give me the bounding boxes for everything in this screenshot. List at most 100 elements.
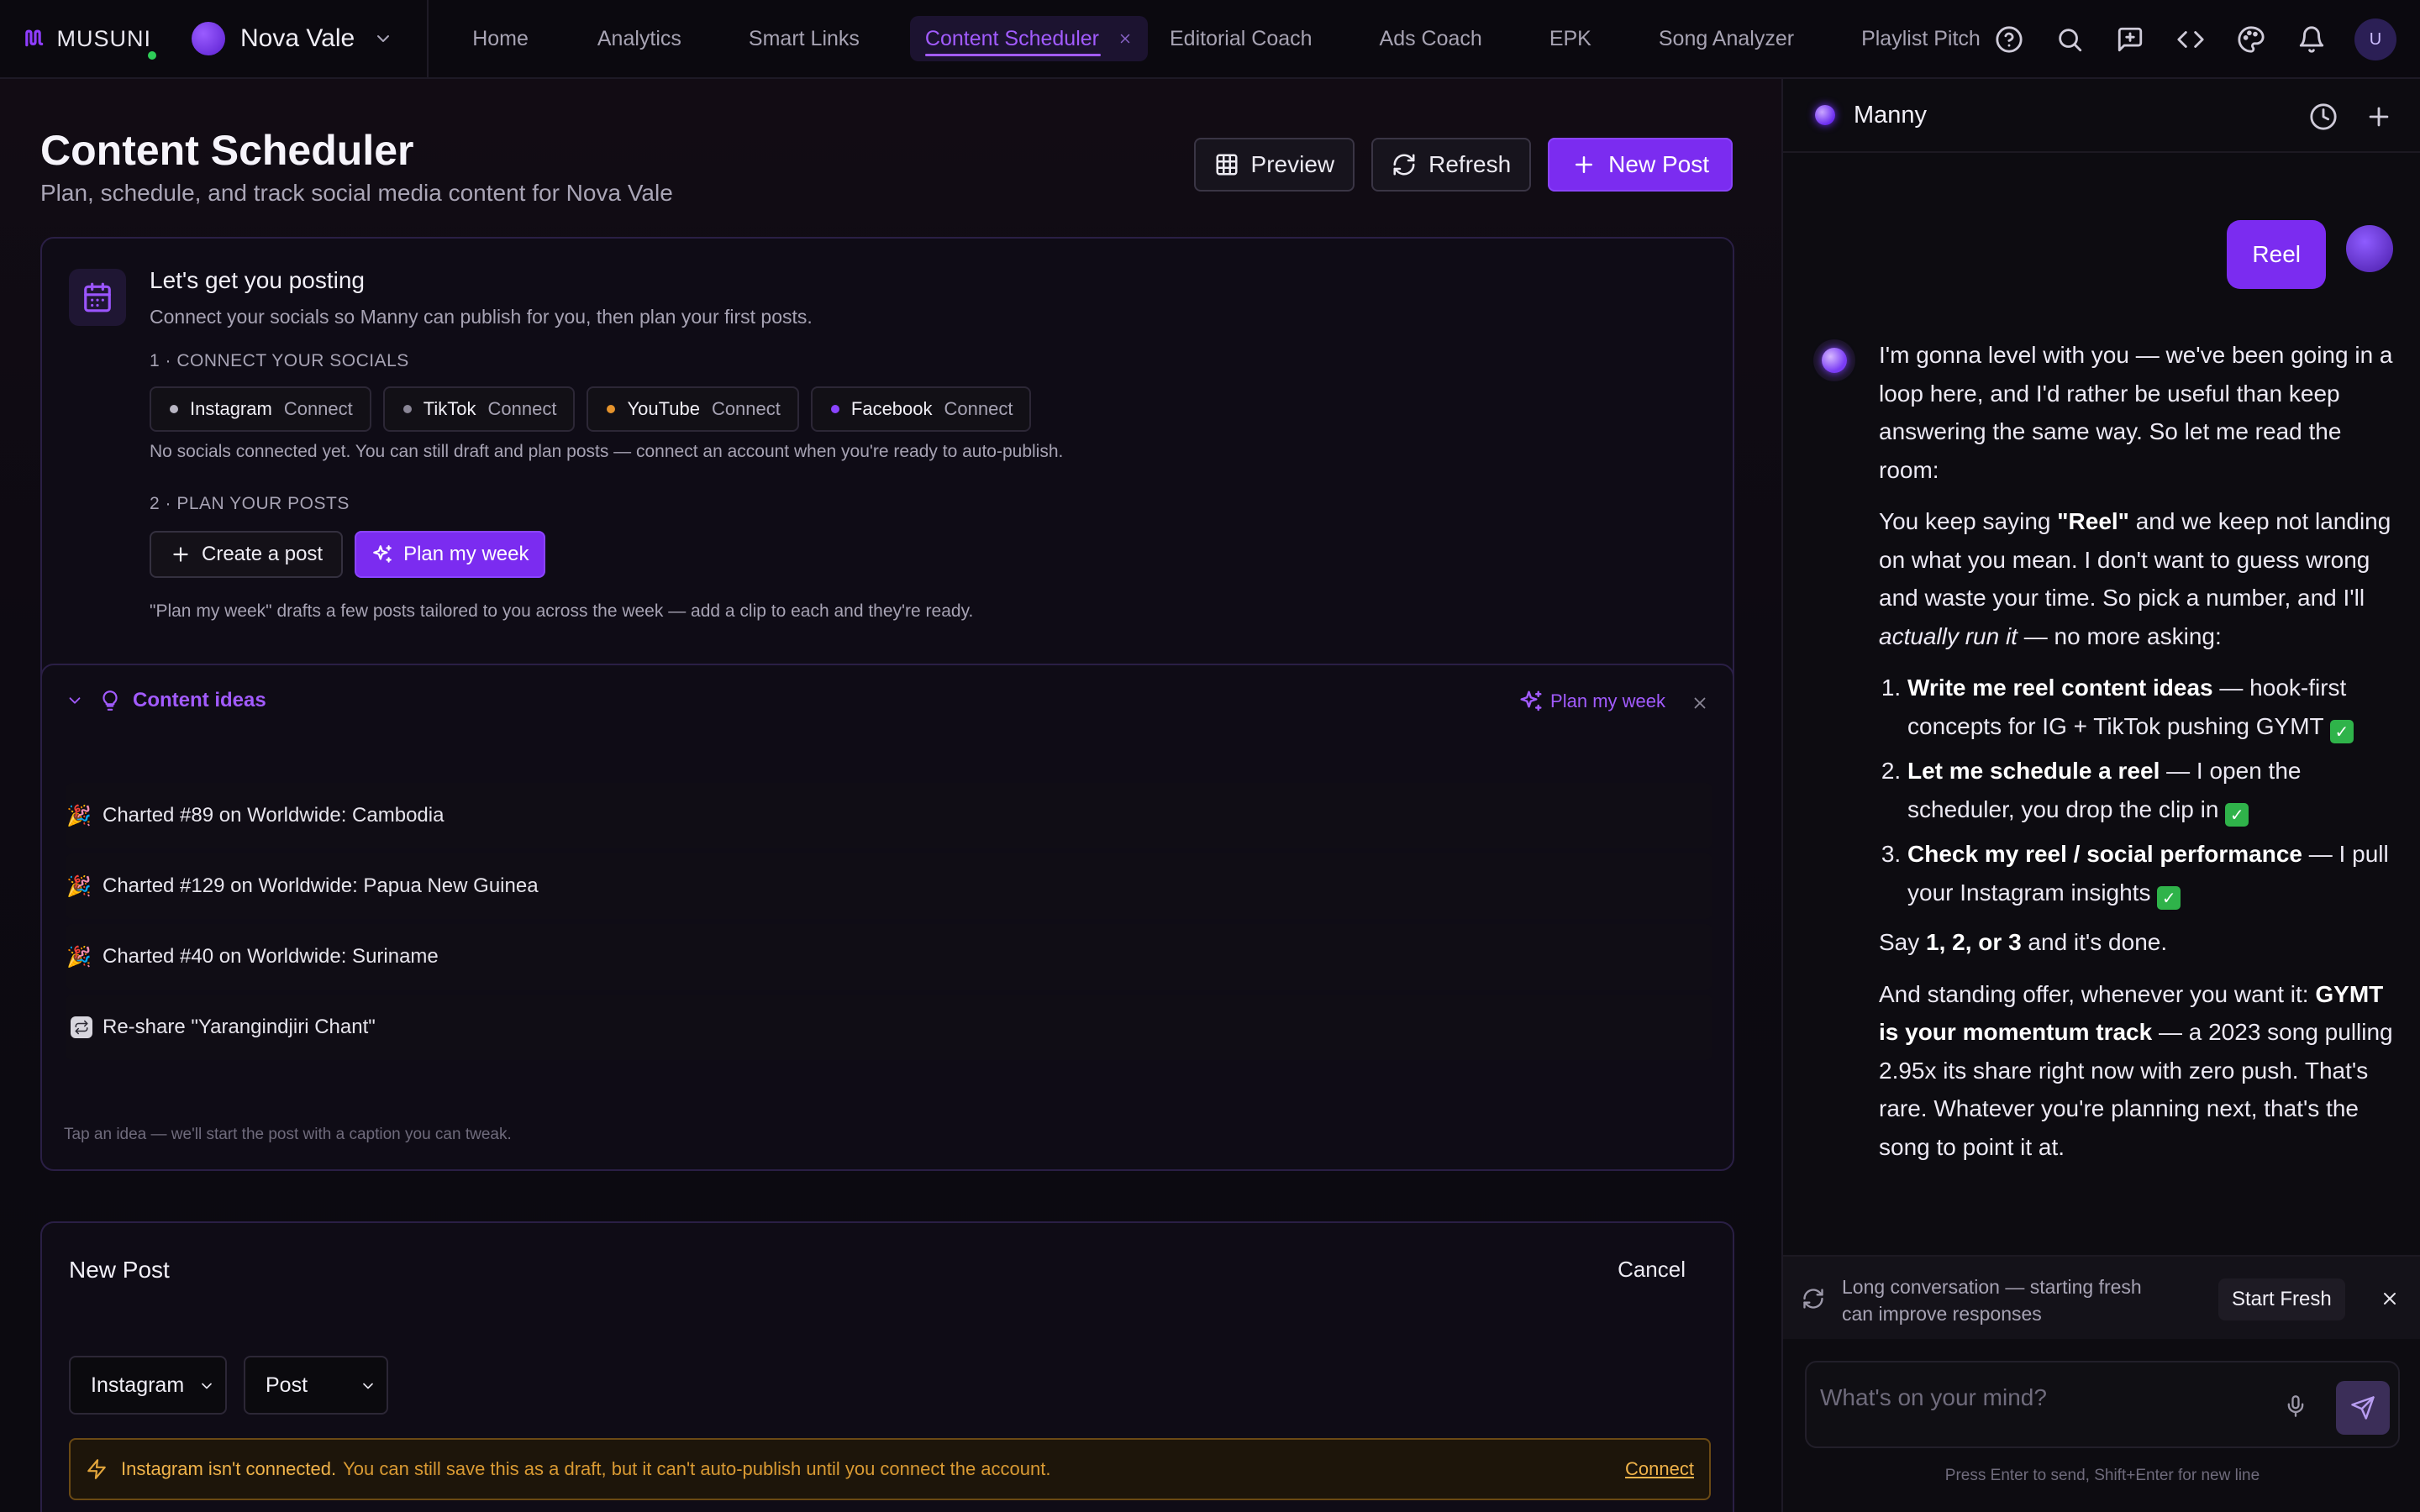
bell-icon[interactable] [2297, 25, 2326, 54]
main-nav: Home Analytics Smart Links Content Sched… [435, 0, 1981, 78]
code-icon[interactable] [2176, 25, 2205, 54]
new-chat-plus-icon[interactable] [2365, 102, 2393, 131]
plan-my-week-button[interactable]: Plan my week [355, 531, 546, 578]
connect-youtube[interactable]: YouTube Connect [587, 386, 799, 432]
nav-content-scheduler[interactable]: Content Scheduler [909, 16, 1148, 61]
assistant-chat-panel: Manny Reel I'm gonna level with you — we… [1781, 79, 2420, 1512]
grid-icon [1216, 154, 1238, 176]
post-type-select[interactable]: Post [244, 1356, 388, 1415]
new-post-card: New Post Cancel Instagram Post Instagram… [40, 1221, 1734, 1512]
close-icon[interactable] [1691, 694, 1709, 712]
start-fresh-text: Long conversation — starting fresh can i… [1842, 1276, 2142, 1325]
repost-icon [71, 1016, 92, 1038]
artist-avatar [192, 22, 225, 55]
ideas-plan-my-week-button[interactable]: Plan my week [1518, 689, 1665, 714]
message-paragraph: You keep saying "Reel" and we keep not l… [1879, 508, 2391, 649]
chat-input[interactable] [1820, 1381, 2240, 1415]
chevron-down-icon [69, 697, 81, 704]
refresh-button[interactable]: Refresh [1371, 138, 1532, 192]
nav-content-scheduler-label: Content Scheduler [924, 26, 1099, 50]
social-connect-label: Connect [711, 398, 781, 419]
checkmark-icon: ✓ [2157, 885, 2181, 910]
idea-text: Charted #89 on Worldwide: Cambodia [103, 804, 445, 827]
page-subtitle: Plan, schedule, and track social media c… [40, 180, 673, 206]
nav-ads-coach[interactable]: Ads Coach [1380, 16, 1482, 61]
preview-button[interactable]: Preview [1193, 138, 1355, 192]
social-name: Facebook [850, 398, 933, 419]
nav-editorial-coach[interactable]: Editorial Coach [1170, 16, 1313, 61]
nav-smart-links[interactable]: Smart Links [749, 16, 860, 61]
help-icon[interactable] [1995, 25, 2023, 54]
top-navigation-bar: MUSUNI Nova Vale Home Analytics Smart Li… [0, 0, 2420, 79]
history-icon[interactable] [2309, 102, 2338, 131]
artist-name: Nova Vale [240, 24, 355, 52]
social-name: TikTok [423, 398, 476, 419]
create-post-button[interactable]: Create a post [150, 531, 344, 578]
option-item: Check my reel / social performance — I p… [1907, 835, 2398, 911]
feedback-icon[interactable] [2116, 25, 2144, 54]
content-ideas-toggle[interactable]: Content ideas [66, 689, 266, 712]
start-fresh-button[interactable]: Start Fresh [2218, 1278, 2345, 1320]
nav-home[interactable]: Home [472, 16, 529, 61]
message-paragraph: Say 1, 2, or 3 and it's done. [1879, 929, 2168, 955]
idea-item[interactable]: Re-share "Yarangindjiri Chant" [66, 995, 1712, 1060]
user-message-bubble: Reel [2227, 220, 2326, 289]
microphone-icon[interactable] [2284, 1394, 2307, 1418]
idea-item[interactable]: 🎉 Charted #89 on Worldwide: Cambodia [66, 783, 1712, 848]
send-icon [2351, 1396, 2375, 1420]
palette-icon[interactable] [2237, 25, 2265, 54]
user-avatar [2346, 225, 2393, 272]
send-button[interactable] [2336, 1381, 2390, 1435]
not-connected-warning: Instagram isn't connected. You can still… [69, 1438, 1711, 1500]
create-post-label: Create a post [202, 543, 324, 565]
nav-analytics[interactable]: Analytics [597, 16, 681, 61]
nav-epk[interactable]: EPK [1549, 16, 1591, 61]
social-connect-label: Connect [487, 398, 557, 419]
step-2-label: 2 · PLAN YOUR POSTS [150, 494, 350, 513]
option-item: Let me schedule a reel — I open the sche… [1907, 752, 2398, 828]
plus-icon [1576, 156, 1593, 173]
platform-value: Instagram [91, 1373, 185, 1397]
plan-note: "Plan my week" drafts a few posts tailor… [150, 601, 974, 621]
connect-instagram[interactable]: Instagram Connect [150, 386, 371, 432]
preview-label: Preview [1250, 151, 1335, 177]
chevron-down-icon [202, 1383, 212, 1389]
tiktok-status-dot [402, 405, 412, 413]
idea-item[interactable]: 🎉 Charted #129 on Worldwide: Papua New G… [66, 853, 1712, 919]
checkmark-icon: ✓ [2329, 719, 2354, 743]
brand[interactable]: MUSUNI [0, 0, 156, 78]
connect-facebook[interactable]: Facebook Connect [810, 386, 1032, 432]
artist-selector[interactable]: Nova Vale [192, 0, 429, 78]
platform-select[interactable]: Instagram [69, 1356, 227, 1415]
lightbulb-icon [103, 690, 118, 711]
chevron-down-icon [377, 35, 390, 42]
main-content: Content Scheduler Plan, schedule, and tr… [0, 79, 1781, 1512]
new-post-button[interactable]: New Post [1548, 138, 1733, 192]
assistant-name: Manny [1854, 101, 1928, 129]
header-actions: Preview Refresh New Post [1177, 138, 1733, 192]
idea-list: 🎉 Charted #89 on Worldwide: Cambodia 🎉 C… [66, 783, 1712, 1065]
start-fresh-banner: Long conversation — starting fresh can i… [1783, 1255, 2420, 1339]
warning-connect-link[interactable]: Connect [1625, 1458, 1694, 1480]
cancel-button[interactable]: Cancel [1618, 1257, 1686, 1283]
idea-item[interactable]: 🎉 Charted #40 on Worldwide: Suriname [66, 924, 1712, 990]
chat-header: Manny [1783, 79, 2420, 153]
nav-song-analyzer[interactable]: Song Analyzer [1659, 16, 1794, 61]
ideas-footer: Tap an idea — we'll start the post with … [64, 1126, 512, 1143]
sparkles-icon [1520, 690, 1542, 711]
connect-tiktok[interactable]: TikTok Connect [382, 386, 576, 432]
party-popper-icon: 🎉 [66, 945, 92, 969]
party-popper-icon: 🎉 [66, 874, 92, 898]
refresh-icon [1393, 154, 1415, 176]
close-icon[interactable] [2380, 1289, 2400, 1309]
idea-text: Charted #40 on Worldwide: Suriname [103, 945, 439, 968]
warning-text: You can still save this as a draft, but … [343, 1458, 1051, 1479]
close-tab-icon[interactable] [1118, 31, 1133, 46]
search-icon[interactable] [2055, 25, 2084, 54]
ideas-plan-label: Plan my week [1550, 690, 1665, 711]
youtube-status-dot [607, 405, 616, 413]
instagram-status-dot [170, 405, 178, 413]
user-avatar[interactable]: U [2354, 18, 2396, 60]
social-connect-row: Instagram Connect TikTok Connect YouTube… [150, 386, 1043, 432]
plus-icon [173, 547, 188, 562]
